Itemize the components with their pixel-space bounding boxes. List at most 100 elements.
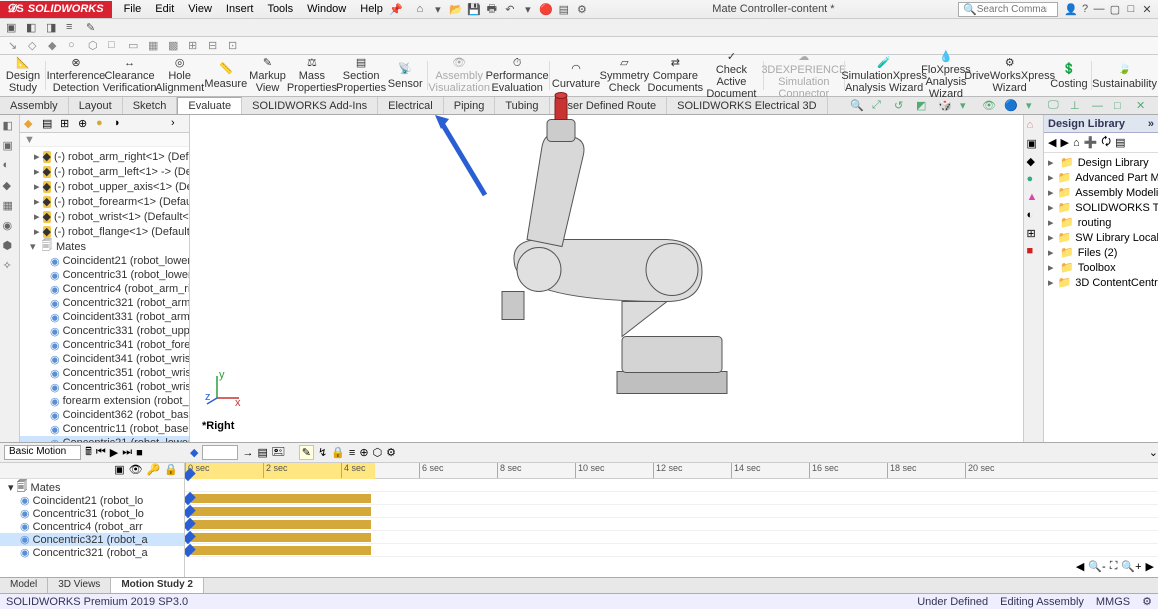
ribbon-3dx[interactable]: ☁3DEXPERIENCE Simulation Connector — [767, 57, 840, 94]
tree-item[interactable]: ◉Coincident21 (robot_lower_axis<1> — [20, 254, 189, 268]
timeline-bar[interactable] — [191, 520, 371, 529]
m10-icon[interactable]: ⚙ — [386, 446, 396, 459]
menu-tools[interactable]: Tools — [261, 1, 299, 17]
t3-icon[interactable]: ◆ — [48, 39, 62, 53]
ribbon-curv[interactable]: ◠Curvature — [553, 57, 600, 94]
m5-icon[interactable]: ↯ — [318, 446, 327, 459]
menu-window[interactable]: Window — [301, 1, 352, 17]
timeline-bar[interactable] — [191, 546, 371, 555]
t6-icon[interactable]: □ — [108, 39, 122, 53]
tree-item[interactable]: ◉Coincident362 (robot_base<1>,rob — [20, 408, 189, 422]
rs1-icon[interactable]: ▣ — [1027, 137, 1041, 151]
play-icon[interactable]: ▶ — [110, 446, 118, 459]
settings-icon[interactable]: ⚙ — [575, 2, 589, 16]
tree-item[interactable]: ◉Concentric31 (robot_lower_axis<1> — [20, 268, 189, 282]
dlib-home-icon[interactable]: ⌂ — [1073, 137, 1080, 149]
expand-icon[interactable]: ▸ — [1048, 216, 1056, 229]
dlib-fwd-icon[interactable]: ▶ — [1060, 136, 1068, 149]
tl-scroll-left-icon[interactable]: ◀ — [1076, 560, 1084, 573]
tab-solidworks-add-ins[interactable]: SOLIDWORKS Add-Ins — [242, 97, 378, 114]
print-icon[interactable]: 🖶 — [485, 2, 499, 16]
m4-icon[interactable]: ✎ — [299, 445, 314, 460]
design-library-tree[interactable]: ▸📁Design Library▸📁Advanced Part Modelin▸… — [1044, 153, 1158, 442]
tree-item[interactable]: ▸◆(-) robot_arm_left<1> -> (Default<<De — [20, 164, 189, 179]
t9-icon[interactable]: ▩ — [168, 39, 182, 53]
ribbon-sensor[interactable]: 📡Sensor — [386, 57, 424, 94]
playback-speed[interactable] — [202, 445, 238, 460]
tree-item[interactable]: ◉Concentric331 (robot_upper_axis< — [20, 324, 189, 338]
ls6-icon[interactable]: ◉ — [3, 219, 17, 233]
mt-h1-icon[interactable]: ▣ — [114, 463, 124, 478]
ls2-icon[interactable]: ▣ — [3, 139, 17, 153]
timeline-row[interactable] — [185, 531, 1158, 544]
tree-expand-icon[interactable]: › — [171, 117, 185, 131]
motion-tree-item[interactable]: ◉Concentric31 (robot_lo — [0, 507, 184, 520]
dlib-cfg-icon[interactable]: ▤ — [1115, 136, 1125, 149]
motion-tree[interactable]: ▣ 👁 🔑 🔒 ▾🗐Mates◉Coincident21 (robot_lo◉C… — [0, 463, 185, 577]
rs2-icon[interactable]: ◆ — [1027, 155, 1041, 169]
pin-icon[interactable]: 📌 — [389, 2, 403, 16]
tree-item[interactable]: ◉Concentric321 (robot_arm_right<1 — [20, 296, 189, 310]
tree-item[interactable]: ◉forearm extension (robot_upper_a — [20, 394, 189, 408]
m6-icon[interactable]: 🔒 — [331, 446, 345, 459]
timeline[interactable]: 0 sec2 sec4 sec6 sec8 sec10 sec12 sec14 … — [185, 463, 1158, 577]
tree-item[interactable]: ◉Coincident341 (robot_wrist<1>,rob — [20, 352, 189, 366]
doc-max-icon[interactable]: □ — [1114, 100, 1128, 112]
rs4-icon[interactable]: ▲ — [1027, 191, 1041, 205]
ribbon-clear[interactable]: ↔Clearance Verification — [104, 57, 155, 94]
motion-tree-item[interactable]: ◉Concentric321 (robot_a — [0, 546, 184, 559]
timeline-bar[interactable] — [191, 507, 371, 516]
ribbon-simx[interactable]: 🧪SimulationXpress Analysis Wizard — [847, 57, 921, 94]
mt-h4-icon[interactable]: 🔒 — [164, 463, 178, 478]
cmd3-icon[interactable]: ≡ — [66, 21, 80, 35]
tree-tab3-icon[interactable]: ⊞ — [60, 117, 74, 131]
menu-help[interactable]: Help — [354, 1, 389, 17]
ribbon-dwx[interactable]: ⚙DriveWorksXpress Wizard — [971, 57, 1049, 94]
undo-icon[interactable]: ↶ — [503, 2, 517, 16]
dlib-item[interactable]: ▸📁Toolbox — [1046, 260, 1156, 275]
timeline-row[interactable] — [185, 492, 1158, 505]
tab-electrical[interactable]: Electrical — [378, 97, 444, 114]
view-orient-icon[interactable]: 🎲 — [938, 99, 952, 112]
tree-item[interactable]: ◉Concentric351 (robot_wrist<1>,rob — [20, 366, 189, 380]
appearance-icon[interactable]: 🔵 — [1004, 99, 1018, 112]
ribbon-interf[interactable]: ⊗Interference Detection — [49, 57, 103, 94]
rs6-icon[interactable]: ⊞ — [1027, 227, 1041, 241]
ls3-icon[interactable]: ◐ — [3, 159, 17, 173]
maximize-button[interactable]: □ — [1124, 3, 1138, 16]
ribbon-measure[interactable]: 📏Measure — [204, 57, 247, 94]
user-icon[interactable]: 👤 — [1064, 2, 1078, 16]
feature-tree[interactable]: ▸◆(-) robot_arm_right<1> (Default<<Defa▸… — [20, 147, 189, 442]
zoom-area-icon[interactable]: ⤢ — [872, 99, 886, 112]
ribbon-sym[interactable]: ▱Symmetry Check — [601, 57, 649, 94]
hide-show-icon[interactable]: 👁 — [982, 99, 996, 112]
timeline-row[interactable] — [185, 479, 1158, 492]
timeline-row[interactable] — [185, 518, 1158, 531]
dlib-item[interactable]: ▸📁SW Library Local — [1046, 230, 1156, 245]
m1-icon[interactable]: → — [242, 447, 253, 459]
motion-tree-item[interactable]: ▾🗐Mates — [0, 481, 184, 494]
dlib-item[interactable]: ▸📁routing — [1046, 215, 1156, 230]
expand-icon[interactable]: ▸ — [1048, 261, 1056, 274]
timeline-bar[interactable] — [191, 533, 371, 542]
prev-view-icon[interactable]: ↺ — [894, 99, 908, 112]
options-icon[interactable]: ▤ — [557, 2, 571, 16]
section-view-icon[interactable]: ◩ — [916, 99, 930, 112]
minimize-button[interactable]: — — [1092, 3, 1106, 16]
tree-tab5-icon[interactable]: ● — [96, 117, 110, 131]
cmd4-icon[interactable]: ✎ — [86, 21, 100, 35]
ribbon-cmp[interactable]: ⇄Compare Documents — [649, 57, 701, 94]
ribbon-chk[interactable]: ✓Check Active Document — [702, 57, 760, 94]
close-button[interactable]: ✕ — [1140, 3, 1154, 16]
tl-zoom-fit-icon[interactable]: ⛶ — [1110, 560, 1118, 573]
mt-h2-icon[interactable]: 👁 — [129, 463, 143, 478]
menu-edit[interactable]: Edit — [149, 1, 180, 17]
view-settings-icon[interactable]: 🖵 — [1048, 99, 1062, 112]
ribbon-markup[interactable]: ✎Markup View — [248, 57, 287, 94]
robot-model[interactable] — [467, 92, 747, 402]
m9-icon[interactable]: ⬡ — [373, 446, 383, 459]
tree-item[interactable]: ◉Coincident331 (robot_arm_right<1 — [20, 310, 189, 324]
tl-scroll-right-icon[interactable]: ▶ — [1146, 560, 1154, 573]
tl-zoom-out-icon[interactable]: 🔍- — [1088, 560, 1105, 573]
search-commands[interactable]: 🔍 — [958, 2, 1058, 17]
